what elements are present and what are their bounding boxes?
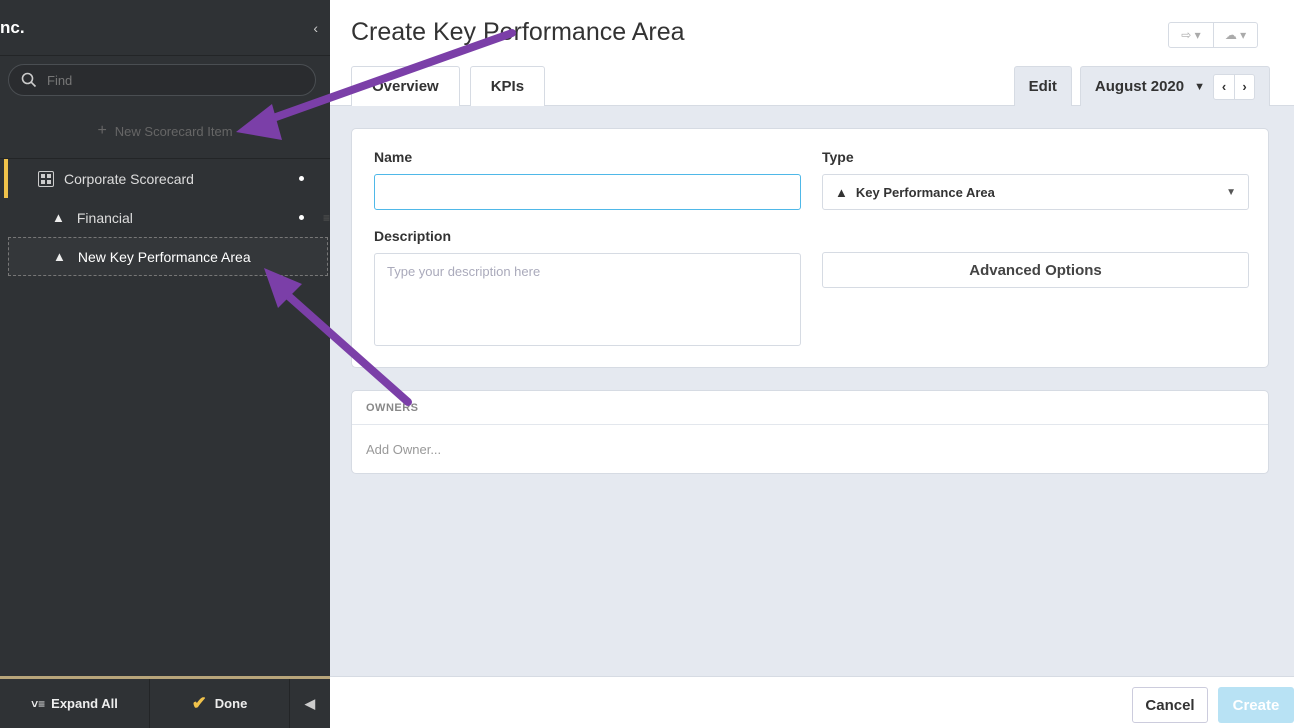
tab-overview[interactable]: Overview — [351, 66, 460, 106]
name-field[interactable] — [374, 174, 801, 210]
new-scorecard-item-label: New Scorecard Item — [114, 123, 233, 139]
caret-down-icon: ▼ — [1226, 186, 1236, 198]
collapse-sidebar-icon[interactable]: ‹ — [313, 20, 318, 36]
expand-all-button[interactable]: ˅≡ Expand All — [0, 679, 150, 728]
description-label: Description — [374, 228, 452, 244]
description-field[interactable]: Type your description here — [374, 253, 801, 346]
sidebar: nc. ‹ Find + New Scorecard Item Corporat… — [0, 0, 330, 728]
edit-tab[interactable]: Edit — [1013, 66, 1072, 106]
plus-icon: + — [97, 122, 107, 139]
tree-item-financial[interactable]: ▲ Financial ≡ — [0, 198, 330, 237]
type-select[interactable]: ▲ Key Performance Area ▼ — [822, 174, 1249, 210]
tree-item-label: New Key Performance Area — [77, 248, 251, 265]
search-placeholder: Find — [47, 72, 73, 88]
cancel-button[interactable]: Cancel — [1132, 687, 1208, 723]
next-period-icon[interactable]: › — [1234, 74, 1254, 99]
tab-kpis[interactable]: KPIs — [469, 66, 546, 106]
export-icon[interactable]: ⇨ ▾ — [1169, 23, 1213, 47]
main-panel: Create Key Performance Area ⇨ ▾ ☁ ▾ Over… — [330, 0, 1294, 728]
type-value: Key Performance Area — [855, 184, 995, 200]
tree-item-label: Financial — [76, 209, 133, 226]
drag-handle-icon[interactable]: ≡ — [323, 211, 330, 225]
triangle-icon: ▲ — [52, 210, 65, 225]
right-tabs: Edit August 2020 ▼ ‹ › — [1013, 66, 1270, 106]
period-selector[interactable]: August 2020 ▼ ‹ › — [1079, 66, 1270, 106]
search-icon — [21, 72, 37, 88]
scorecard-icon — [38, 170, 54, 187]
tree-item-corporate-scorecard[interactable]: Corporate Scorecard — [4, 159, 330, 198]
tree-item-new-key-performance-area[interactable]: ▲ New Key Performance Area — [8, 237, 328, 276]
sidebar-search-input[interactable]: Find — [8, 64, 316, 96]
advanced-options-button[interactable]: Advanced Options — [822, 252, 1249, 288]
period-label: August 2020 — [1094, 78, 1185, 95]
owners-card: OWNERS Add Owner... — [351, 390, 1269, 474]
name-label: Name — [374, 149, 413, 165]
bottom-action-bar: Cancel Create — [330, 676, 1294, 728]
triangle-icon: ▲ — [53, 249, 66, 264]
status-dot — [299, 176, 304, 181]
expand-all-label: Expand All — [51, 696, 118, 711]
add-owner-input[interactable]: Add Owner... — [352, 425, 1268, 473]
done-button[interactable]: ✔ Done — [150, 679, 290, 728]
create-button[interactable]: Create — [1218, 687, 1294, 723]
period-nav: ‹ › — [1213, 73, 1255, 100]
new-scorecard-item-button[interactable]: + New Scorecard Item — [0, 104, 330, 159]
details-card: Name Type ▲ Key Performance Area ▼ Descr… — [351, 128, 1269, 368]
sidebar-header: nc. ‹ — [0, 0, 330, 56]
owners-heading: OWNERS — [352, 391, 1268, 425]
type-label: Type — [822, 149, 854, 165]
done-label: Done — [214, 696, 248, 711]
prev-period-icon[interactable]: ‹ — [1214, 75, 1234, 99]
status-dot — [299, 215, 304, 220]
expand-icon: ˅≡ — [31, 696, 46, 711]
tree-item-label: Corporate Scorecard — [64, 170, 194, 187]
page-title: Create Key Performance Area — [351, 18, 685, 46]
top-actions: ⇨ ▾ ☁ ▾ — [1168, 22, 1258, 48]
top-bar: Create Key Performance Area ⇨ ▾ ☁ ▾ Over… — [330, 0, 1294, 106]
org-title: nc. — [0, 17, 25, 37]
collapse-panel-icon[interactable]: ◀ — [290, 679, 330, 728]
triangle-icon: ▲ — [835, 184, 848, 200]
check-icon: ✔ — [191, 693, 207, 713]
caret-down-icon: ▼ — [1194, 80, 1205, 93]
sidebar-footer: ˅≡ Expand All ✔ Done ◀ — [0, 676, 330, 728]
cloud-icon[interactable]: ☁ ▾ — [1213, 23, 1257, 47]
tab-bar: Overview KPIs — [351, 66, 546, 106]
